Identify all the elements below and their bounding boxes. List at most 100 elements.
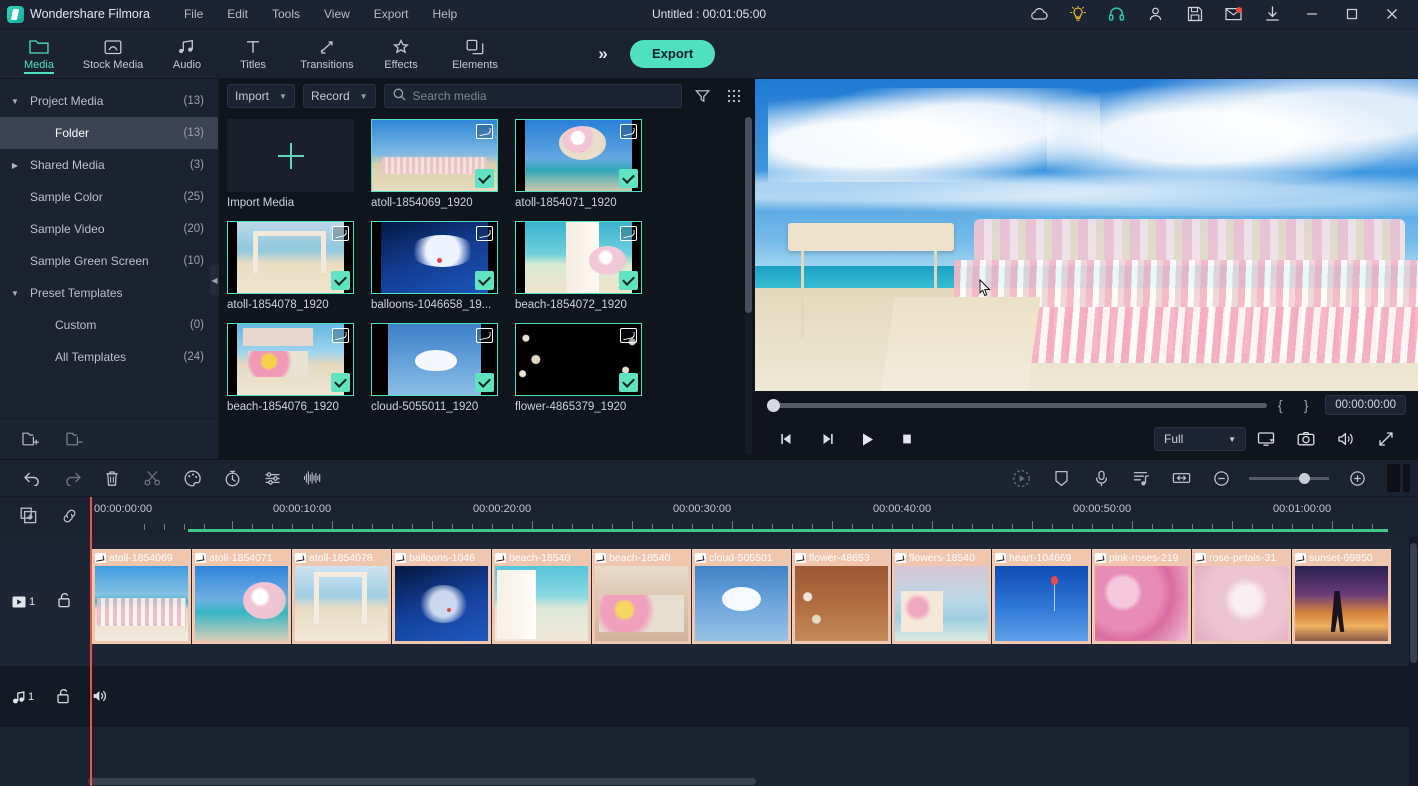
audio-detach-icon[interactable] — [1121, 459, 1161, 497]
sidebar-item-preset-templates[interactable]: ▼ Preset Templates — [0, 277, 218, 309]
render-preview-icon[interactable] — [1001, 459, 1041, 497]
next-frame-button[interactable] — [807, 422, 847, 456]
adjust-sliders-icon[interactable] — [252, 459, 292, 497]
import-media-tile[interactable]: Import Media — [227, 119, 371, 209]
preview-timecode[interactable]: 00:00:00:00 — [1325, 395, 1406, 415]
timeline-clip[interactable]: cloud-505501 — [692, 549, 791, 644]
timeline-clip[interactable]: rose-petals-31 — [1192, 549, 1291, 644]
preview-quality-select[interactable]: Full ▼ — [1154, 427, 1246, 451]
zoom-in-icon[interactable] — [1337, 459, 1377, 497]
video-track-lock-icon[interactable] — [57, 592, 71, 611]
search-input[interactable] — [412, 89, 673, 103]
timeline-clip[interactable]: beach-18540 — [492, 549, 591, 644]
snapshot-camera-icon[interactable] — [1286, 422, 1326, 456]
add-track-icon[interactable] — [20, 507, 37, 527]
timeline-clip[interactable]: heart-104669 — [992, 549, 1091, 644]
sidebar-item-sample-green-screen[interactable]: Sample Green Screen (10) — [0, 245, 218, 277]
timeline-clip[interactable]: sunset-69850 — [1292, 549, 1391, 644]
timeline-clip[interactable]: atoll-1854071 — [192, 549, 291, 644]
tab-effects[interactable]: Effects — [368, 29, 434, 78]
lightbulb-icon[interactable] — [1058, 0, 1097, 29]
timeline-ruler[interactable]: 00:00:00:00 00:00:10:00 00:00:20:00 00:0… — [88, 497, 1418, 537]
remove-folder-icon[interactable] — [66, 431, 84, 450]
timeline-zoom-slider[interactable] — [1249, 472, 1329, 484]
maximize-button[interactable] — [1332, 0, 1372, 29]
more-tabs-chevron-icon[interactable]: » — [590, 29, 616, 78]
sidebar-item-folder[interactable]: Folder (13) — [0, 117, 218, 149]
export-button[interactable]: Export — [630, 39, 716, 68]
media-item[interactable]: beach-1854076_1920 — [227, 323, 371, 413]
tab-transitions[interactable]: Transitions — [286, 29, 368, 78]
import-button[interactable]: Import ▼ — [227, 84, 295, 108]
audio-waveform-icon[interactable] — [292, 459, 332, 497]
timeline-clip[interactable]: flowers-18540 — [892, 549, 991, 644]
media-item[interactable]: beach-1854072_1920 — [515, 221, 659, 311]
headset-icon[interactable] — [1097, 0, 1136, 29]
prev-frame-button[interactable] — [767, 422, 807, 456]
timeline-clip[interactable]: balloons-1046 — [392, 549, 491, 644]
color-palette-icon[interactable] — [172, 459, 212, 497]
tab-titles[interactable]: Titles — [220, 29, 286, 78]
stop-button[interactable] — [887, 422, 927, 456]
menu-view[interactable]: View — [312, 3, 362, 25]
minimize-button[interactable] — [1292, 0, 1332, 29]
voiceover-mic-icon[interactable] — [1081, 459, 1121, 497]
sidebar-item-sample-video[interactable]: Sample Video (20) — [0, 213, 218, 245]
tab-stock-media[interactable]: Stock Media — [72, 29, 154, 78]
scrubber-knob[interactable] — [767, 398, 780, 412]
media-item[interactable]: atoll-1854069_1920 — [371, 119, 515, 209]
preview-scrubber[interactable] — [767, 398, 1268, 412]
save-icon[interactable] — [1175, 0, 1214, 29]
sidebar-item-sample-color[interactable]: Sample Color (25) — [0, 181, 218, 213]
play-button[interactable] — [847, 422, 887, 456]
sidebar-item-all-templates[interactable]: All Templates (24) — [0, 341, 218, 373]
undo-icon[interactable] — [12, 459, 52, 497]
fit-timeline-icon[interactable] — [1161, 459, 1201, 497]
media-item[interactable]: balloons-1046658_19... — [371, 221, 515, 311]
media-item[interactable]: atoll-1854078_1920 — [227, 221, 371, 311]
media-item[interactable]: atoll-1854071_1920 — [515, 119, 659, 209]
link-icon[interactable] — [61, 508, 78, 527]
media-item[interactable]: cloud-5055011_1920 — [371, 323, 515, 413]
timeline-horizontal-scrollbar[interactable] — [88, 778, 756, 785]
zoom-out-icon[interactable] — [1201, 459, 1241, 497]
close-button[interactable] — [1372, 0, 1412, 29]
media-item[interactable]: flower-4865379_1920 — [515, 323, 659, 413]
timeline-clip[interactable]: atoll-1854078 — [292, 549, 391, 644]
speaker-icon[interactable] — [92, 689, 109, 706]
sidebar-item-project-media[interactable]: ▼ Project Media (13) — [0, 85, 218, 117]
menu-help[interactable]: Help — [420, 3, 469, 25]
grid-view-icon[interactable] — [722, 84, 746, 108]
menu-file[interactable]: File — [172, 3, 215, 25]
timeline-playhead[interactable] — [90, 497, 92, 786]
menu-export[interactable]: Export — [362, 3, 421, 25]
cloud-icon[interactable] — [1019, 0, 1058, 29]
timeline-clip[interactable]: atoll-1854069 — [92, 549, 191, 644]
fullscreen-icon[interactable] — [1366, 422, 1406, 456]
media-scrollbar-thumb[interactable] — [745, 117, 752, 313]
download-icon[interactable] — [1253, 0, 1292, 29]
sidebar-item-custom[interactable]: Custom (0) — [0, 309, 218, 341]
search-media-box[interactable] — [383, 84, 682, 108]
sidebar-item-shared-media[interactable]: ▶ Shared Media (3) — [0, 149, 218, 181]
marker-icon[interactable] — [1041, 459, 1081, 497]
timeline-clip[interactable]: flower-48653 — [792, 549, 891, 644]
user-icon[interactable] — [1136, 0, 1175, 29]
timeline-clip[interactable]: pink-roses-219 — [1092, 549, 1191, 644]
timeline-clip[interactable]: beach-18540 — [592, 549, 691, 644]
new-folder-icon[interactable] — [22, 431, 40, 450]
tab-elements[interactable]: Elements — [434, 29, 516, 78]
menu-tools[interactable]: Tools — [260, 3, 312, 25]
speed-clock-icon[interactable] — [212, 459, 252, 497]
sidebar-collapse-handle[interactable]: ◀ — [210, 265, 219, 295]
record-button[interactable]: Record ▼ — [302, 84, 376, 108]
audio-track-lock-icon[interactable] — [56, 688, 70, 707]
timeline-vertical-scroll-thumb[interactable] — [1410, 543, 1417, 663]
screen-cast-icon[interactable] — [1246, 422, 1286, 456]
delete-icon[interactable] — [92, 459, 132, 497]
zoom-slider-knob[interactable] — [1299, 472, 1310, 484]
mail-icon[interactable] — [1214, 0, 1253, 29]
volume-icon[interactable] — [1326, 422, 1366, 456]
redo-icon[interactable] — [52, 459, 92, 497]
menu-edit[interactable]: Edit — [215, 3, 260, 25]
